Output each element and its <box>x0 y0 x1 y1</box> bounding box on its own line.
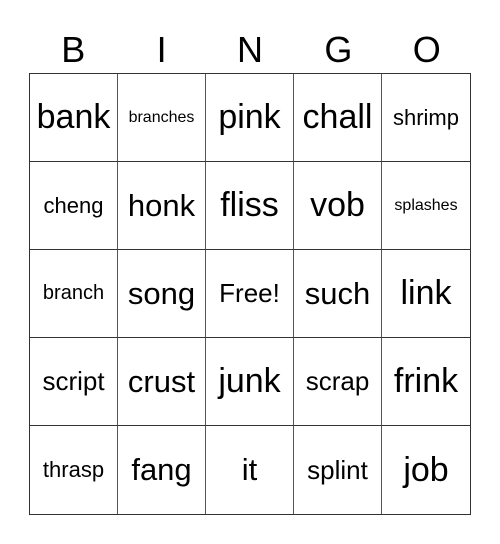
bingo-cell[interactable]: fliss <box>206 162 294 250</box>
bingo-cell[interactable]: link <box>382 250 470 338</box>
bingo-cell[interactable]: shrimp <box>382 74 470 162</box>
bingo-header: B I N G O <box>29 28 471 72</box>
bingo-cell[interactable]: scrap <box>294 338 382 426</box>
bingo-cell[interactable]: job <box>382 426 470 514</box>
bingo-cell[interactable]: splint <box>294 426 382 514</box>
bingo-cell[interactable]: chall <box>294 74 382 162</box>
bingo-cell[interactable]: it <box>206 426 294 514</box>
header-letter-i: I <box>156 29 167 70</box>
bingo-cell[interactable]: junk <box>206 338 294 426</box>
bingo-cell[interactable]: fang <box>118 426 206 514</box>
bingo-cell[interactable]: splashes <box>382 162 470 250</box>
bingo-cell[interactable]: such <box>294 250 382 338</box>
bingo-cell[interactable]: cheng <box>30 162 118 250</box>
bingo-cell[interactable]: frink <box>382 338 470 426</box>
bingo-cell[interactable]: bank <box>30 74 118 162</box>
bingo-cell[interactable]: thrasp <box>30 426 118 514</box>
bingo-card-grid: bank branches pink chall shrimp cheng ho… <box>29 73 471 515</box>
bingo-cell[interactable]: honk <box>118 162 206 250</box>
bingo-cell[interactable]: branch <box>30 250 118 338</box>
bingo-cell[interactable]: branches <box>118 74 206 162</box>
bingo-cell[interactable]: vob <box>294 162 382 250</box>
bingo-cell[interactable]: script <box>30 338 118 426</box>
header-letter-g: G <box>324 29 353 70</box>
bingo-cell[interactable]: crust <box>118 338 206 426</box>
header-letter-b: B <box>61 29 86 70</box>
header-letter-n: N <box>236 29 263 70</box>
header-letter-o: O <box>412 29 441 70</box>
bingo-cell[interactable]: pink <box>206 74 294 162</box>
bingo-cell-free[interactable]: Free! <box>206 250 294 338</box>
bingo-cell[interactable]: song <box>118 250 206 338</box>
